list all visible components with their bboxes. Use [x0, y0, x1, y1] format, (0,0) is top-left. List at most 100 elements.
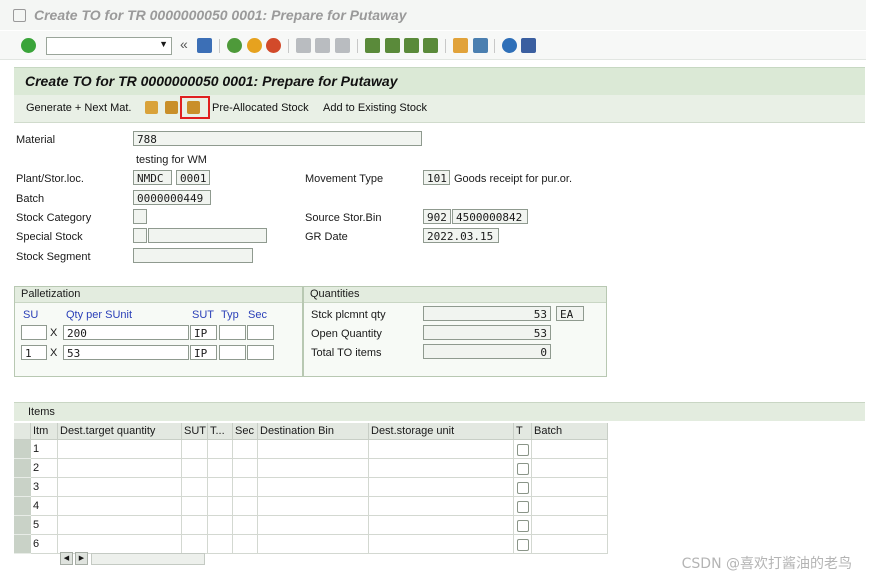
select-all-column[interactable]	[14, 423, 31, 440]
total-to-items-field[interactable]: 0	[423, 344, 551, 359]
table-cell[interactable]	[369, 478, 514, 497]
column-header-destination-bin[interactable]: Destination Bin	[258, 423, 369, 440]
table-cell[interactable]	[208, 535, 233, 554]
table-cell[interactable]	[233, 440, 258, 459]
special-stock-indicator-field[interactable]	[133, 228, 147, 243]
column-header-dest-target-quantity[interactable]: Dest.target quantity	[58, 423, 182, 440]
shortcut-icon[interactable]	[473, 38, 488, 53]
table-cell[interactable]	[258, 459, 369, 478]
item-checkbox-cell[interactable]	[514, 535, 532, 554]
print-icon[interactable]	[296, 38, 311, 53]
list-icon[interactable]	[145, 101, 158, 114]
table-cell[interactable]	[208, 459, 233, 478]
typ-field-row2[interactable]	[219, 345, 246, 360]
column-header-sut[interactable]: SUT	[182, 423, 208, 440]
new-session-icon[interactable]	[453, 38, 468, 53]
table-cell[interactable]	[258, 478, 369, 497]
table-cell[interactable]	[532, 478, 608, 497]
find-next-icon[interactable]	[335, 38, 350, 53]
find-icon[interactable]	[315, 38, 330, 53]
table-cell[interactable]	[182, 516, 208, 535]
table-cell[interactable]	[233, 459, 258, 478]
typ-field-row1[interactable]	[219, 325, 246, 340]
horizontal-scrollbar[interactable]: ◀ ▶	[58, 551, 205, 565]
movement-type-field[interactable]: 101	[423, 170, 450, 185]
history-icon[interactable]: «	[180, 36, 188, 52]
add-to-existing-stock-button[interactable]: Add to Existing Stock	[323, 102, 427, 114]
table-cell[interactable]	[233, 497, 258, 516]
row-selector[interactable]	[14, 497, 31, 516]
last-page-icon[interactable]	[423, 38, 438, 53]
table-cell[interactable]	[208, 478, 233, 497]
table-cell[interactable]	[58, 440, 182, 459]
stck-plcmnt-qty-field[interactable]: 53	[423, 306, 551, 321]
table-cell[interactable]	[532, 459, 608, 478]
row-selector[interactable]	[14, 459, 31, 478]
table-cell[interactable]	[182, 478, 208, 497]
table-cell[interactable]	[208, 497, 233, 516]
scroll-right-icon[interactable]: ▶	[75, 552, 88, 565]
item-checkbox-cell[interactable]	[514, 516, 532, 535]
stock-icon[interactable]	[165, 101, 178, 114]
su-field-row2[interactable]: 1	[21, 345, 47, 360]
table-cell[interactable]	[532, 497, 608, 516]
sut-field-row2[interactable]: IP	[190, 345, 217, 360]
back-icon[interactable]	[227, 38, 242, 53]
next-page-icon[interactable]	[404, 38, 419, 53]
chevron-down-icon[interactable]: ▼	[159, 39, 168, 49]
special-stock-number-field[interactable]	[148, 228, 267, 243]
item-checkbox[interactable]	[517, 482, 529, 494]
stock-segment-field[interactable]	[133, 248, 253, 263]
table-cell[interactable]	[182, 459, 208, 478]
table-cell[interactable]	[532, 440, 608, 459]
table-cell[interactable]	[182, 440, 208, 459]
row-selector[interactable]	[14, 440, 31, 459]
table-cell[interactable]	[208, 440, 233, 459]
sec-field-row1[interactable]	[247, 325, 274, 340]
item-checkbox[interactable]	[517, 501, 529, 513]
gr-date-field[interactable]: 2022.03.15	[423, 228, 499, 243]
batch-field[interactable]: 0000000449	[133, 190, 211, 205]
item-checkbox[interactable]	[517, 463, 529, 475]
qty-per-sunit-field-row2[interactable]: 53	[63, 345, 189, 360]
table-cell[interactable]	[58, 459, 182, 478]
open-quantity-field[interactable]: 53	[423, 325, 551, 340]
table-cell[interactable]	[182, 497, 208, 516]
cancel-icon[interactable]	[266, 38, 281, 53]
generate-next-material-button[interactable]: Generate + Next Mat.	[26, 102, 131, 114]
table-cell[interactable]	[233, 478, 258, 497]
table-cell[interactable]	[58, 478, 182, 497]
table-cell[interactable]	[58, 516, 182, 535]
row-selector[interactable]	[14, 535, 31, 554]
table-cell[interactable]	[208, 516, 233, 535]
item-checkbox-cell[interactable]	[514, 440, 532, 459]
table-cell[interactable]	[58, 497, 182, 516]
pre-allocated-stock-button[interactable]: Pre-Allocated Stock	[212, 102, 309, 114]
column-header-sec[interactable]: Sec	[233, 423, 258, 440]
column-header-itm[interactable]: Itm	[31, 423, 58, 440]
table-cell[interactable]	[532, 516, 608, 535]
table-cell[interactable]	[258, 516, 369, 535]
row-selector[interactable]	[14, 478, 31, 497]
su-field-row1[interactable]	[21, 325, 47, 340]
table-cell[interactable]	[258, 440, 369, 459]
table-cell[interactable]	[532, 535, 608, 554]
source-storage-type-field[interactable]: 902	[423, 209, 451, 224]
storage-location-field[interactable]: 0001	[176, 170, 210, 185]
column-header-dest-storage-unit[interactable]: Dest.storage unit	[369, 423, 514, 440]
column-header-batch[interactable]: Batch	[532, 423, 608, 440]
stock-category-field[interactable]	[133, 209, 147, 224]
sec-field-row2[interactable]	[247, 345, 274, 360]
material-field[interactable]: 788	[133, 131, 422, 146]
layout-menu-icon[interactable]	[521, 38, 536, 53]
item-checkbox-cell[interactable]	[514, 497, 532, 516]
item-checkbox[interactable]	[517, 539, 529, 551]
plant-field[interactable]: NMDC	[133, 170, 172, 185]
item-checkbox[interactable]	[517, 444, 529, 456]
table-cell[interactable]	[369, 516, 514, 535]
column-header-t[interactable]: T	[514, 423, 532, 440]
qty-per-sunit-field-row1[interactable]: 200	[63, 325, 189, 340]
table-cell[interactable]	[369, 459, 514, 478]
item-checkbox[interactable]	[517, 520, 529, 532]
enter-check-icon[interactable]	[21, 38, 36, 53]
